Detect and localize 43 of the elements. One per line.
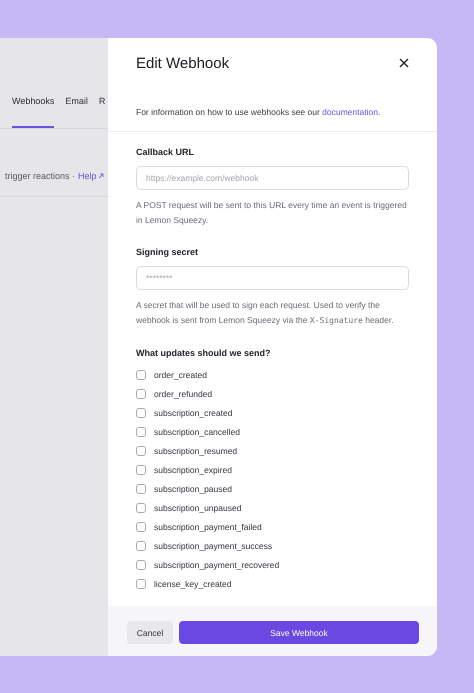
help-text: A POST request will be sent to this URL every time an event is triggered in Lemon Squeezy. xyxy=(136,199,408,227)
checkbox-label: subscription_payment_failed xyxy=(154,522,262,532)
dialog-title: Edit Webhook xyxy=(136,54,230,72)
checkbox-label: subscription_payment_success xyxy=(154,540,272,550)
documentation-link[interactable]: documentation xyxy=(322,107,378,117)
field-label: Signing secret xyxy=(136,247,200,257)
description-text: trigger reactions · xyxy=(5,171,76,183)
checkbox[interactable] xyxy=(136,560,146,570)
checkbox-label: subscription_paused xyxy=(154,484,232,494)
cancel-button[interactable]: Cancel xyxy=(127,621,173,644)
checkbox[interactable] xyxy=(136,388,146,398)
help-text: A secret that will be used to sign each request. Used to verify the webhook is sent from Lemon Squeezy via the X-Signature header. xyxy=(136,299,395,327)
field-label: Callback URL xyxy=(136,147,196,157)
checkbox-label: subscription_resumed xyxy=(154,446,238,456)
checkbox[interactable] xyxy=(136,484,146,494)
checkbox[interactable] xyxy=(136,426,146,436)
checkbox[interactable] xyxy=(136,446,146,456)
checkbox-label: order_refunded xyxy=(154,388,212,398)
section-label: What updates should we send? xyxy=(136,348,272,358)
help-link[interactable]: Help xyxy=(78,171,104,196)
checkbox-label: license_key_created xyxy=(154,578,232,588)
tab[interactable]: Email xyxy=(65,96,88,128)
secret-field[interactable]: ******** xyxy=(136,266,409,290)
checkbox[interactable] xyxy=(136,464,146,474)
url-field[interactable]: https://example.com/webhook xyxy=(136,166,409,190)
checkbox-label: subscription_unpaused xyxy=(154,502,242,512)
close-icon[interactable] xyxy=(399,58,409,68)
checkbox[interactable] xyxy=(136,370,146,380)
save-button[interactable]: Save Webhook xyxy=(179,621,419,644)
intro-text: For information on how to use webhooks see our documentation. xyxy=(108,73,437,132)
external-link-icon xyxy=(98,173,104,179)
tab[interactable]: Webhooks xyxy=(12,96,54,128)
checkbox-label: order_created xyxy=(154,370,207,380)
checkbox-label: subscription_cancelled xyxy=(154,426,240,436)
checkbox[interactable] xyxy=(136,540,146,550)
checkbox-label: subscription_expired xyxy=(154,464,232,474)
checkbox-label: subscription_created xyxy=(154,408,232,418)
checkbox[interactable] xyxy=(136,408,146,418)
checkbox-label: subscription_payment_recovered xyxy=(154,560,280,570)
checkbox[interactable] xyxy=(136,578,146,588)
checkbox[interactable] xyxy=(136,522,146,532)
checkbox[interactable] xyxy=(136,502,146,512)
tab[interactable]: R xyxy=(98,96,106,128)
